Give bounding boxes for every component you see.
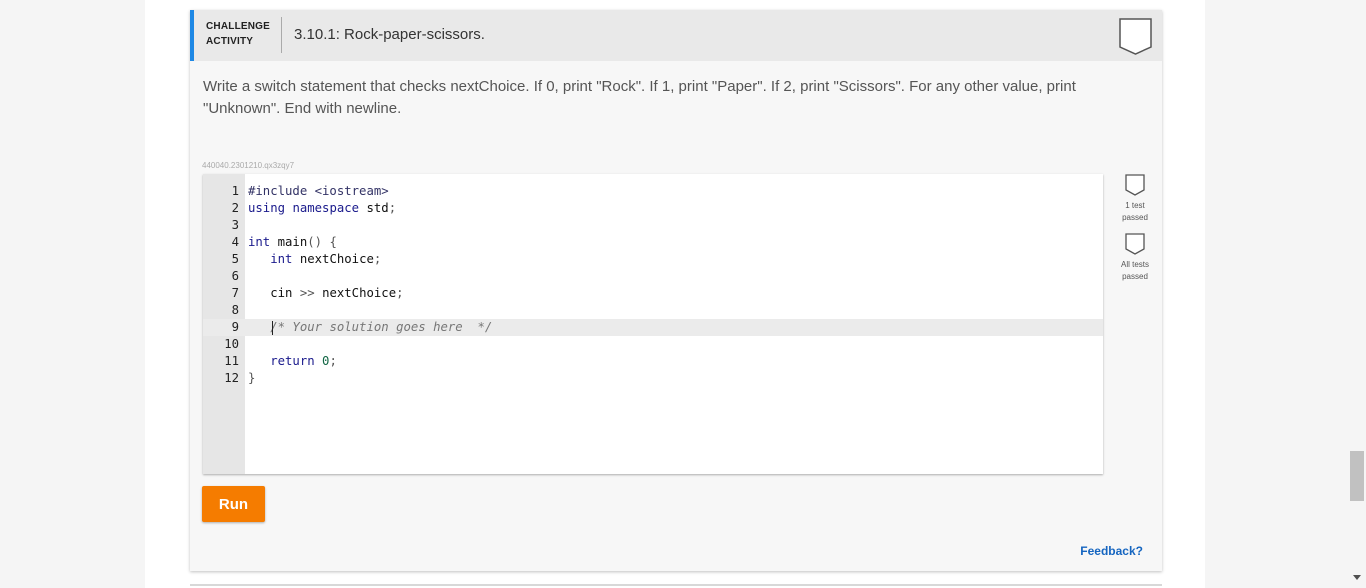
- one-test-label-line1: 1 test: [1125, 201, 1145, 210]
- test-status-badge-icon: [1125, 233, 1145, 255]
- all-tests-label-line1: All tests: [1120, 260, 1149, 269]
- code-line[interactable]: 7 cin >> nextChoice;: [203, 285, 1103, 302]
- activity-id: 440040.2301210.qx3zqy7: [202, 161, 295, 170]
- feedback-link[interactable]: Feedback?: [1080, 544, 1143, 558]
- line-number: 1: [231, 184, 239, 198]
- code-line[interactable]: 12 }: [203, 370, 1103, 387]
- one-test-status: 1 test passed: [1115, 174, 1155, 224]
- code-line[interactable]: 11 return 0;: [203, 353, 1103, 370]
- code-line[interactable]: 5 int nextChoice;: [203, 251, 1103, 268]
- code-text[interactable]: int nextChoice;: [248, 251, 381, 268]
- line-number: 2: [231, 201, 239, 215]
- instructions-text: Write a switch statement that checks nex…: [203, 78, 1076, 117]
- code-line[interactable]: 6: [203, 268, 1103, 285]
- line-number: 9: [231, 320, 239, 334]
- completion-badge-icon: [1119, 18, 1152, 55]
- activity-type-line2: ACTIVITY: [206, 36, 254, 47]
- scroll-down-arrow-icon[interactable]: [1353, 575, 1361, 580]
- code-line[interactable]: 8: [203, 302, 1103, 319]
- line-number: 7: [231, 286, 239, 300]
- line-number: 4: [231, 235, 239, 249]
- line-number: 11: [224, 354, 239, 368]
- header-divider: [281, 17, 282, 53]
- test-status-badge-icon: [1125, 174, 1145, 196]
- code-text[interactable]: #include <iostream>: [248, 183, 389, 200]
- code-text[interactable]: }: [248, 370, 255, 387]
- code-text[interactable]: int main() {: [248, 234, 337, 251]
- activity-type-label: CHALLENGE ACTIVITY: [206, 19, 276, 49]
- one-test-label-line2: passed: [1122, 213, 1148, 222]
- code-editor[interactable]: 1 #include <iostream> 2 using namespace …: [203, 174, 1103, 474]
- activity-title: 3.10.1: Rock-paper-scissors.: [294, 26, 485, 43]
- code-line[interactable]: 4 int main() {: [203, 234, 1103, 251]
- code-text[interactable]: using namespace std;: [248, 200, 396, 217]
- run-button[interactable]: Run: [202, 486, 265, 522]
- all-tests-status: All tests passed: [1115, 233, 1155, 283]
- code-line[interactable]: 2 using namespace std;: [203, 200, 1103, 217]
- activity-type-line1: CHALLENGE: [206, 21, 271, 32]
- activity-header: CHALLENGE ACTIVITY 3.10.1: Rock-paper-sc…: [190, 10, 1162, 61]
- text-cursor: [272, 321, 273, 335]
- code-text[interactable]: /* Your solution goes here */: [248, 319, 492, 336]
- line-number: 5: [231, 252, 239, 266]
- code-text[interactable]: return 0;: [248, 353, 337, 370]
- line-number: 10: [224, 337, 239, 351]
- code-line[interactable]: 1 #include <iostream>: [203, 183, 1103, 200]
- line-number: 8: [231, 303, 239, 317]
- header-accent-bar: [190, 10, 194, 61]
- code-text[interactable]: cin >> nextChoice;: [248, 285, 403, 302]
- code-line[interactable]: 10: [203, 336, 1103, 353]
- line-number: 12: [224, 371, 239, 385]
- line-number: 6: [231, 269, 239, 283]
- scrollbar-thumb[interactable]: [1350, 451, 1364, 501]
- code-line[interactable]: 3: [203, 217, 1103, 234]
- next-card-edge: [190, 584, 1162, 586]
- challenge-activity-card: CHALLENGE ACTIVITY 3.10.1: Rock-paper-sc…: [190, 10, 1162, 571]
- code-line-active[interactable]: 9 /* Your solution goes here */: [203, 319, 1103, 336]
- all-tests-label-line2: passed: [1122, 272, 1148, 281]
- line-number: 3: [231, 218, 239, 232]
